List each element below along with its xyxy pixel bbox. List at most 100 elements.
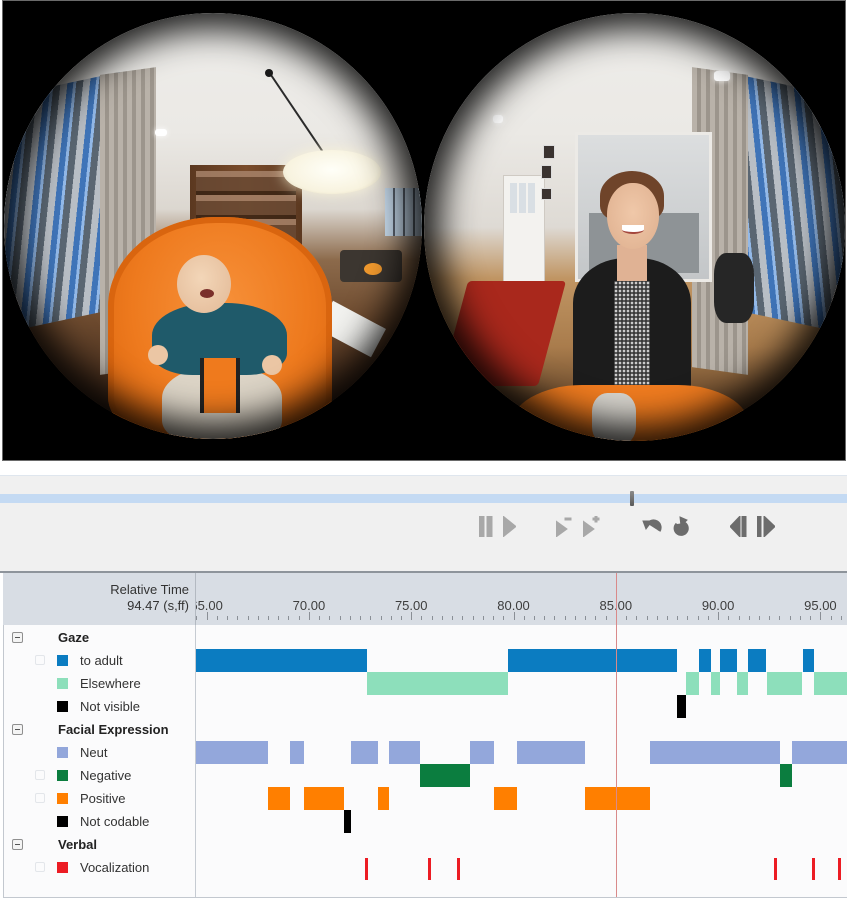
previous-frame-button[interactable]: [730, 516, 747, 537]
visibility-checkbox[interactable]: [35, 770, 45, 780]
scrubber-thumb[interactable]: [629, 491, 634, 506]
major-tick: [206, 612, 208, 620]
major-tick: [513, 612, 515, 620]
pause-button[interactable]: [479, 516, 493, 537]
minor-tick: [687, 616, 689, 620]
event-vocalization[interactable]: [365, 858, 369, 880]
minor-tick: [738, 616, 740, 620]
segment-neut[interactable]: [791, 741, 847, 764]
segment-to-adult[interactable]: [720, 649, 738, 672]
minor-tick: [247, 616, 249, 620]
segment-neut[interactable]: [469, 741, 495, 764]
next-frame-button[interactable]: [757, 516, 775, 537]
video-player[interactable]: [2, 0, 846, 461]
segment-elsewhere[interactable]: [710, 672, 720, 695]
segment-positive[interactable]: [268, 787, 290, 810]
segment-neut[interactable]: [350, 741, 379, 764]
code-group-gaze[interactable]: Gaze: [4, 626, 195, 649]
segment-to-adult[interactable]: [699, 649, 711, 672]
major-tick: [820, 612, 822, 620]
code-item-label: Neut: [80, 745, 108, 760]
segment-positive[interactable]: [494, 787, 517, 810]
segment-positive[interactable]: [585, 787, 651, 810]
code-color-swatch: [57, 793, 68, 804]
redo-button[interactable]: [672, 516, 690, 537]
playback-panel: [0, 475, 847, 571]
segment-to-adult[interactable]: [748, 649, 766, 672]
segment-to-adult[interactable]: [508, 649, 677, 672]
visibility-checkbox[interactable]: [35, 793, 45, 803]
faster-button[interactable]: [583, 516, 601, 537]
code-item-not-visible[interactable]: Not visible: [4, 695, 195, 718]
visibility-checkbox[interactable]: [35, 655, 45, 665]
minor-tick: [482, 616, 484, 620]
minor-tick: [595, 616, 597, 620]
code-item-to-adult[interactable]: to adult: [4, 649, 195, 672]
undo-button[interactable]: [642, 516, 662, 537]
minor-tick: [585, 616, 587, 620]
minor-tick: [523, 616, 525, 620]
code-item-label: Not codable: [80, 814, 150, 829]
code-item-neut[interactable]: Neut: [4, 741, 195, 764]
segment-negative[interactable]: [420, 764, 470, 787]
code-item-vocalization[interactable]: Vocalization: [4, 856, 195, 879]
code-color-swatch: [57, 816, 68, 827]
collapse-minus-icon[interactable]: [12, 839, 23, 850]
time-ruler[interactable]: 65.0070.0075.0080.0085.0090.0095.00: [196, 573, 847, 625]
segment-elsewhere[interactable]: [366, 672, 508, 695]
play-button[interactable]: [503, 516, 516, 537]
code-group-verbal[interactable]: Verbal: [4, 833, 195, 856]
event-vocalization[interactable]: [774, 858, 778, 880]
visibility-checkbox[interactable]: [35, 862, 45, 872]
segment-neut[interactable]: [650, 741, 781, 764]
minor-tick: [431, 616, 433, 620]
minor-tick: [257, 616, 259, 620]
minor-tick: [544, 616, 546, 620]
fisheye-view-infant: [4, 13, 422, 439]
minor-tick: [840, 616, 842, 620]
code-item-not-codable[interactable]: Not codable: [4, 810, 195, 833]
minor-tick: [789, 616, 791, 620]
segment-neut[interactable]: [196, 741, 268, 764]
minor-tick: [493, 616, 495, 620]
slower-button[interactable]: [556, 516, 572, 537]
major-tick: [411, 612, 413, 620]
code-group-facial-expression[interactable]: Facial Expression: [4, 718, 195, 741]
segment-elsewhere[interactable]: [766, 672, 802, 695]
playhead-cursor[interactable]: [615, 573, 617, 897]
lens-vignette: [4, 13, 422, 439]
minor-tick: [349, 616, 351, 620]
event-vocalization[interactable]: [838, 858, 842, 880]
segment-neut[interactable]: [516, 741, 586, 764]
timeline-header: Relative Time 94.47 (s,ff) 65.00 70.00 75.…: [3, 573, 847, 625]
minor-tick: [748, 616, 750, 620]
code-item-elsewhere[interactable]: Elsewhere: [4, 672, 195, 695]
segment-neut[interactable]: [289, 741, 304, 764]
segment-not-visible[interactable]: [676, 695, 686, 718]
collapse-minus-icon[interactable]: [12, 724, 23, 735]
segment-elsewhere[interactable]: [814, 672, 847, 695]
code-item-positive[interactable]: Positive: [4, 787, 195, 810]
segment-to-adult[interactable]: [196, 649, 367, 672]
event-vocalization[interactable]: [428, 858, 432, 880]
event-vocalization[interactable]: [812, 858, 816, 880]
segment-elsewhere[interactable]: [685, 672, 699, 695]
minor-tick: [227, 616, 229, 620]
segment-elsewhere[interactable]: [737, 672, 748, 695]
tick-label: 95.00: [804, 598, 837, 613]
code-list: Gaze to adult Elsewhere Not visible Facial E…: [4, 625, 196, 897]
segment-to-adult[interactable]: [802, 649, 814, 672]
minor-tick: [636, 616, 638, 620]
segment-not-codable[interactable]: [343, 810, 351, 833]
segment-positive[interactable]: [304, 787, 344, 810]
segment-positive[interactable]: [378, 787, 389, 810]
timeline-row-gaze: [196, 626, 847, 649]
playback-scrubber[interactable]: [0, 491, 847, 506]
minor-tick: [268, 616, 269, 620]
event-vocalization[interactable]: [457, 858, 461, 880]
collapse-minus-icon[interactable]: [12, 632, 23, 643]
segment-negative[interactable]: [780, 764, 792, 787]
coding-timeline: Gaze to adult Elsewhere Not visible Facial E…: [3, 625, 847, 898]
code-item-negative[interactable]: Negative: [4, 764, 195, 787]
segment-neut[interactable]: [388, 741, 421, 764]
